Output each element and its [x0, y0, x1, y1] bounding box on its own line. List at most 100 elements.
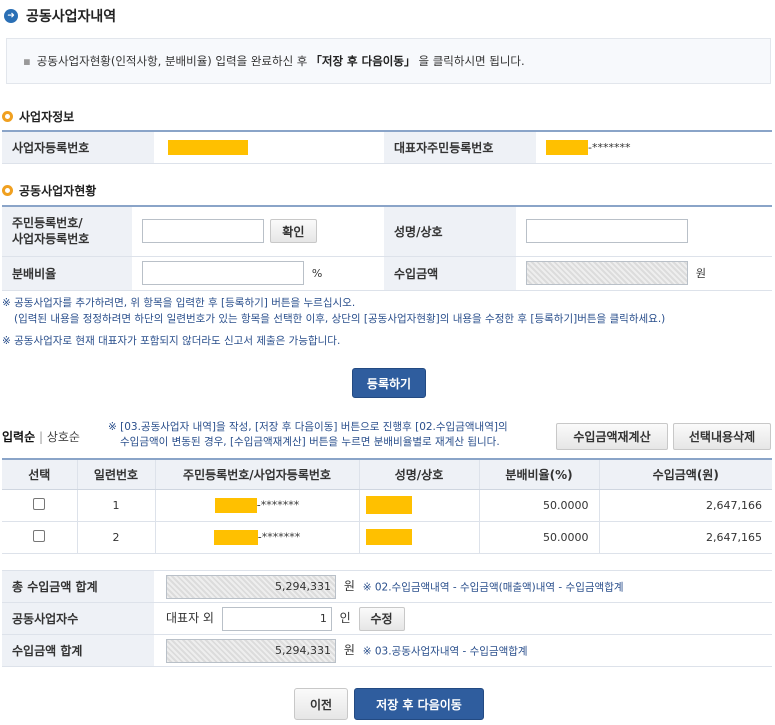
recalculate-button[interactable]: 수입금액재계산 [556, 423, 668, 450]
income-sum-label: 수입금액 합계 [2, 634, 154, 667]
partner-count-cell: 대표자 외 1 인 수정 [154, 602, 772, 635]
sort-divider: | [38, 430, 43, 444]
row-checkbox[interactable] [33, 497, 46, 510]
summary-table: 총 수입금액 합계 5,294,331 원 ※ 02.수입금액내역 - 수입금액… [2, 570, 772, 667]
income-cell: 원 [516, 256, 772, 291]
row-ratio: 50.0000 [479, 489, 600, 522]
business-info-table: 사업자등록번호 대표자주민등록번호 -******* [2, 130, 772, 164]
row-seq: 2 [77, 521, 156, 554]
redacted-rep-id [546, 139, 588, 155]
rep-id-mask: -******* [588, 140, 631, 154]
row-id-mask: -******* [257, 530, 301, 543]
row-income: 2,647,166 [599, 489, 772, 522]
table-row[interactable]: 1 -******* 50.0000 2,647,166 [2, 489, 772, 522]
total-income-unit: 원 [343, 579, 355, 593]
total-income-label: 총 수입금액 합계 [2, 570, 154, 603]
page-title: 공동사업자내역 [26, 9, 117, 25]
col-ratio: 분배비율(%) [479, 459, 600, 490]
partner-form-table: 주민등록번호/ 사업자등록번호 확인 성명/상호 분배비율 % 수입금액 원 [2, 205, 772, 291]
rep-id-value: -******* [536, 131, 772, 164]
row-id-mask: -******* [256, 498, 300, 511]
partner-list-table: 선택 일련번호 주민등록번호/사업자등록번호 성명/상호 분배비율(%) 수입금… [2, 458, 772, 554]
income-sum-unit: 원 [343, 643, 355, 657]
total-income-value: 5,294,331 [166, 574, 336, 599]
income-sum-note: ※ 03.공동사업자내역 - 수입금액합계 [362, 645, 528, 657]
hint-representative: ※ 공동사업자로 현재 대표자가 포함되지 않더라도 신고서 제출은 가능합니다… [2, 335, 341, 347]
income-unit: 원 [695, 266, 706, 280]
row-id: -******* [155, 489, 360, 522]
partner-status-heading-text: 공동사업자현황 [19, 184, 97, 198]
hint-edit-partner: (입력된 내용을 정정하려면 하단의 일련번호가 있는 항목을 선택한 이후, … [14, 313, 666, 325]
row-income: 2,647,165 [599, 521, 772, 554]
hint-add-partner: ※ 공동사업자를 추가하려면, 위 항목을 입력한 후 [등록하기] 버튼을 누… [2, 297, 356, 309]
redacted-name [365, 529, 412, 545]
redacted-id [214, 497, 257, 513]
partner-status-heading: 공동사업자현황 [2, 182, 96, 199]
income-input [526, 261, 688, 285]
income-sum-value: 5,294,331 [166, 638, 336, 663]
bullet-icon: ▪ [23, 54, 31, 68]
section-bullet-icon [2, 111, 13, 122]
notice-suffix: 을 클릭하시면 됩니다. [418, 54, 525, 68]
reg-no-value [154, 131, 384, 164]
partner-id-label-line2: 사업자등록번호 [12, 232, 90, 247]
row-name [359, 521, 480, 554]
partner-id-label: 주민등록번호/ 사업자등록번호 [2, 206, 132, 257]
row-id: -******* [155, 521, 360, 554]
partner-id-cell: 확인 [132, 206, 384, 257]
recalc-note-line2: 수입금액이 변동된 경우, [수입금액재계산] 버튼을 누르면 분배비율별로 재… [120, 436, 500, 448]
edit-count-button[interactable]: 수정 [358, 606, 405, 631]
arrow-right-icon: ➜ [4, 9, 18, 23]
col-name: 성명/상호 [359, 459, 480, 490]
save-next-button[interactable]: 저장 후 다음이동 [354, 688, 484, 720]
title-bar: ➜ 공동사업자내역 [0, 0, 775, 32]
income-sum-cell: 5,294,331 원 ※ 03.공동사업자내역 - 수입금액합계 [154, 634, 772, 667]
partner-count-label: 공동사업자수 [2, 602, 154, 635]
register-button[interactable]: 등록하기 [352, 368, 426, 398]
redacted-reg-no [168, 139, 248, 155]
sort-by-name[interactable]: 상호순 [47, 430, 80, 444]
redacted-id [213, 529, 258, 545]
recalc-note: ※ [03.공동사업자 내역]을 작성, [저장 후 다음이동] 버튼으로 진행… [108, 420, 553, 450]
total-income-note: ※ 02.수입금액내역 - 수입금액(매출액)내역 - 수입금액합계 [362, 581, 624, 593]
business-info-heading-text: 사업자정보 [19, 110, 75, 124]
ratio-input[interactable] [142, 261, 304, 285]
table-header-row: 선택 일련번호 주민등록번호/사업자등록번호 성명/상호 분배비율(%) 수입금… [2, 459, 772, 490]
partner-name-label: 성명/상호 [384, 206, 516, 257]
row-select-cell [2, 521, 78, 554]
ratio-label: 분배비율 [2, 256, 132, 291]
total-income-cell: 5,294,331 원 ※ 02.수입금액내역 - 수입금액(매출액)내역 - … [154, 570, 772, 603]
sort-by-input[interactable]: 입력순 [2, 430, 35, 444]
partner-count-value: 1 [221, 606, 332, 631]
notice-emphasis: 「저장 후 다음이동」 [310, 54, 416, 68]
col-id: 주민등록번호/사업자등록번호 [155, 459, 360, 490]
table-row[interactable]: 2 -******* 50.0000 2,647,165 [2, 521, 772, 554]
prev-button[interactable]: 이전 [294, 688, 348, 720]
reg-no-label: 사업자등록번호 [2, 131, 154, 164]
col-seq: 일련번호 [77, 459, 156, 490]
row-seq: 1 [77, 489, 156, 522]
col-income: 수입금액(원) [599, 459, 772, 490]
col-select: 선택 [2, 459, 78, 490]
row-ratio: 50.0000 [479, 521, 600, 554]
rep-id-label: 대표자주민등록번호 [384, 131, 536, 164]
confirm-button[interactable]: 확인 [269, 219, 317, 244]
sort-options: 입력순 | 상호순 [2, 428, 80, 445]
partner-count-prefix: 대표자 외 [166, 611, 214, 625]
business-info-heading: 사업자정보 [2, 108, 74, 125]
notice-prefix: 공동사업자현황(인적사항, 분배비율) 입력을 완료하신 후 [36, 54, 308, 68]
partner-count-unit: 인 [339, 611, 351, 625]
partner-id-label-line1: 주민등록번호/ [12, 216, 83, 231]
delete-selected-button[interactable]: 선택내용삭제 [673, 423, 771, 450]
partner-name-cell [516, 206, 772, 257]
recalc-note-line1: ※ [03.공동사업자 내역]을 작성, [저장 후 다음이동] 버튼으로 진행… [108, 421, 508, 433]
section-bullet-icon [2, 185, 13, 196]
partner-id-input[interactable] [142, 219, 264, 244]
row-name [359, 489, 480, 522]
row-checkbox[interactable] [33, 529, 46, 542]
ratio-cell: % [132, 256, 384, 291]
income-label: 수입금액 [384, 256, 516, 291]
partner-name-input[interactable] [526, 219, 688, 244]
notice-box: ▪ 공동사업자현황(인적사항, 분배비율) 입력을 완료하신 후 「저장 후 다… [6, 38, 771, 84]
row-select-cell [2, 489, 78, 522]
